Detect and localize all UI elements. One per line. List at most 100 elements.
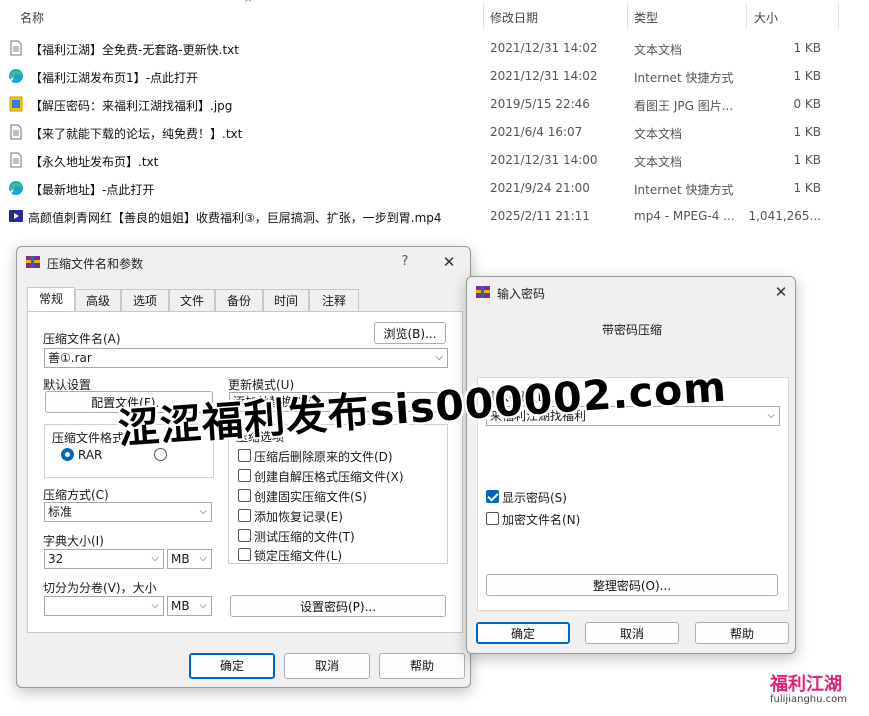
archive-name-input[interactable]: 善①.rar ⌵ <box>44 348 448 368</box>
delete-after-checkbox[interactable] <box>238 449 251 462</box>
ok-button[interactable]: 确定 <box>189 653 275 679</box>
file-type: 文本文档 <box>634 43 683 57</box>
recovery-record-checkbox[interactable] <box>238 509 251 522</box>
chevron-down-icon[interactable]: ⌵ <box>199 550 207 568</box>
file-row[interactable]: 【最新地址】-点此打开 2021/9/24 21:00 Internet 快捷方… <box>0 174 869 202</box>
winrar-icon <box>476 286 490 298</box>
file-size: 0 KB <box>793 97 821 111</box>
close-icon[interactable]: ✕ <box>437 251 461 273</box>
split-unit-select[interactable]: MB ⌵ <box>167 596 212 616</box>
archive-dialog-title: 压缩文件名和参数 <box>47 257 144 271</box>
browse-button[interactable]: 浏览(B)... <box>374 322 446 344</box>
sort-up-icon: ^ <box>244 0 253 9</box>
file-row[interactable]: 【永久地址发布页】.txt 2021/12/31 14:00 文本文档 1 KB <box>0 146 869 174</box>
dictionary-unit-select[interactable]: MB ⌵ <box>167 549 212 569</box>
tab-options[interactable]: 选项 <box>121 289 169 311</box>
split-unit: MB <box>171 599 190 613</box>
rar-radio-label: RAR <box>78 448 103 462</box>
column-header-row: ^ 名称 修改日期 类型 大小 <box>0 0 869 32</box>
file-type: 看图王 JPG 图片... <box>634 99 734 113</box>
dictionary-unit: MB <box>171 552 190 566</box>
file-type: 文本文档 <box>634 127 683 141</box>
file-type: 文本文档 <box>634 155 683 169</box>
encrypt-filenames-checkbox[interactable] <box>486 512 499 525</box>
help-question-icon[interactable]: ? <box>393 251 417 273</box>
tab-files[interactable]: 文件 <box>169 289 215 311</box>
split-volume-label: 切分为分卷(V)，大小 <box>43 581 157 595</box>
password-heading: 带密码压缩 <box>601 323 662 337</box>
dictionary-select[interactable]: 32 ⌵ <box>44 549 164 569</box>
column-modified-header[interactable]: 修改日期 <box>490 9 538 26</box>
tab-advanced[interactable]: 高级 <box>75 289 121 311</box>
tab-backup[interactable]: 备份 <box>215 289 263 311</box>
method-select[interactable]: 标准 ⌵ <box>44 502 212 522</box>
tab-comment[interactable]: 注释 <box>309 289 359 311</box>
chevron-down-icon[interactable]: ⌵ <box>199 597 207 615</box>
file-date: 2021/12/31 14:02 <box>490 41 598 55</box>
logo-name: 福利江湖 <box>770 674 842 695</box>
file-row[interactable]: 【福利江湖发布页1】-点此打开 2021/12/31 14:02 Interne… <box>0 62 869 90</box>
method-value: 标准 <box>48 505 73 519</box>
chevron-down-icon[interactable]: ⌵ <box>151 597 159 615</box>
recovery-record-label: 添加恢复记录(E) <box>254 510 343 524</box>
solid-label: 创建固实压缩文件(S) <box>254 490 367 504</box>
column-separator[interactable] <box>627 2 628 30</box>
image-file-icon <box>9 96 23 112</box>
test-files-checkbox[interactable] <box>238 529 251 542</box>
split-volume-input[interactable]: ⌵ <box>44 596 164 616</box>
close-icon[interactable]: ✕ <box>769 281 793 303</box>
method-label: 压缩方式(C) <box>43 488 109 502</box>
cancel-button[interactable]: 取消 <box>284 653 370 679</box>
file-name: 【来了就能下载的论坛，纯免费！】.txt <box>30 127 243 141</box>
archive-dialog-titlebar[interactable]: 压缩文件名和参数 ? ✕ <box>17 247 470 277</box>
sfx-label: 创建自解压格式压缩文件(X) <box>254 470 404 484</box>
show-password-checkbox[interactable] <box>486 490 499 503</box>
file-explorer-list: ^ 名称 修改日期 类型 大小 【福利江湖】全免费-无套路-更新快.txt 20… <box>0 0 869 240</box>
column-name-header[interactable]: 名称 <box>20 9 44 26</box>
file-row[interactable]: 【福利江湖】全免费-无套路-更新快.txt 2021/12/31 14:02 文… <box>0 34 869 62</box>
internet-shortcut-icon <box>8 181 23 195</box>
column-separator[interactable] <box>838 2 839 30</box>
help-button[interactable]: 帮助 <box>695 622 789 644</box>
organize-passwords-button[interactable]: 整理密码(O)... <box>486 574 778 596</box>
file-name: 【福利江湖】全免费-无套路-更新快.txt <box>30 43 239 57</box>
file-type: Internet 快捷方式 <box>634 183 734 197</box>
chevron-down-icon[interactable]: ⌵ <box>151 550 159 568</box>
archive-settings-dialog: 压缩文件名和参数 ? ✕ 常规 高级 选项 文件 备份 时间 注释 压缩文件名(… <box>16 246 471 688</box>
file-size: 1,041,265... <box>748 209 821 223</box>
file-row[interactable]: 【解压密码：来福利江湖找福利】.jpg 2019/5/15 22:46 看图王 … <box>0 90 869 118</box>
column-type-header[interactable]: 类型 <box>634 9 658 26</box>
set-password-button[interactable]: 设置密码(P)... <box>230 595 446 617</box>
video-file-icon <box>9 210 23 222</box>
rar-radio[interactable] <box>61 448 74 461</box>
ok-button[interactable]: 确定 <box>476 622 570 644</box>
logo-url: fulijianghu.com <box>770 694 847 705</box>
cancel-button[interactable]: 取消 <box>585 622 679 644</box>
column-separator[interactable] <box>746 2 747 30</box>
chevron-down-icon[interactable]: ⌵ <box>435 349 443 367</box>
solid-checkbox[interactable] <box>238 489 251 502</box>
file-size: 1 KB <box>793 153 821 167</box>
file-row[interactable]: 高颜值刺青网红【善良的姐姐】收费福利③，巨屌搞洞、扩张，一步到胃.mp4 202… <box>0 202 869 230</box>
file-date: 2021/9/24 21:00 <box>490 181 590 195</box>
show-password-label: 显示密码(S) <box>502 491 567 505</box>
chevron-down-icon[interactable]: ⌵ <box>199 503 207 521</box>
column-size-header[interactable]: 大小 <box>754 9 778 26</box>
tab-time[interactable]: 时间 <box>263 289 309 311</box>
sfx-checkbox[interactable] <box>238 469 251 482</box>
chevron-down-icon[interactable]: ⌵ <box>767 407 775 425</box>
lock-archive-checkbox[interactable] <box>238 548 251 561</box>
general-tab-panel: 压缩文件名(A) 浏览(B)... 善①.rar ⌵ 默认设置 配置文件(F).… <box>27 311 463 633</box>
winrar-icon <box>26 256 40 268</box>
file-name: 【福利江湖发布页1】-点此打开 <box>30 71 198 85</box>
help-button[interactable]: 帮助 <box>379 653 465 679</box>
column-separator[interactable] <box>483 2 484 30</box>
file-date: 2021/12/31 14:02 <box>490 69 598 83</box>
password-dialog-titlebar[interactable]: 输入密码 ✕ <box>467 277 795 307</box>
file-row[interactable]: 【来了就能下载的论坛，纯免费！】.txt 2021/6/4 16:07 文本文档… <box>0 118 869 146</box>
delete-after-label: 压缩后删除原来的文件(D) <box>254 450 393 464</box>
tab-general[interactable]: 常规 <box>27 287 75 311</box>
format-label: 压缩文件格式 <box>52 429 125 446</box>
file-name: 【解压密码：来福利江湖找福利】.jpg <box>30 99 233 113</box>
file-type: mp4 - MPEG-4 ... <box>634 209 735 223</box>
